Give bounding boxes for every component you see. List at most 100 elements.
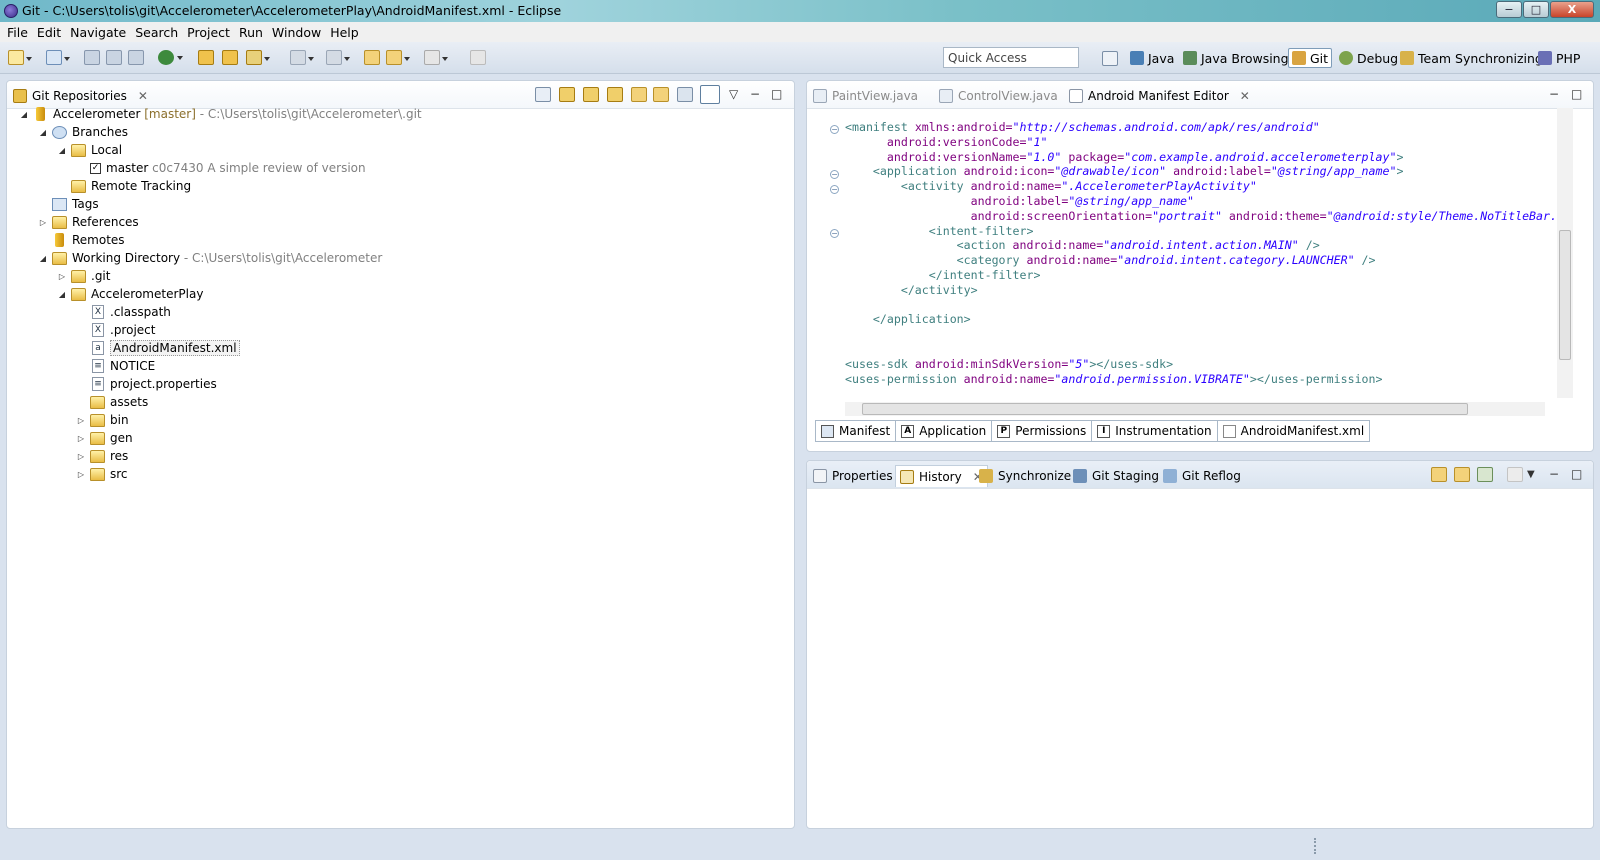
tree-item-accelerometer-repo[interactable]: ◢ Accelerometer [master] - C:\Users\toli… [19,105,422,123]
menu-edit[interactable]: Edit [33,22,66,42]
tab-properties[interactable]: Properties [813,465,893,487]
tree-item-tags[interactable]: Tags [38,195,99,213]
menu-window[interactable]: Window [268,22,326,42]
status-bar-grip[interactable] [1314,838,1317,854]
tree-item-res[interactable]: ▷ res [76,447,128,465]
page-tab-permissions[interactable]: P Permissions [992,420,1093,442]
xml-source-editor[interactable]: <manifest xmlns:android="http://schemas.… [845,120,1557,386]
maximize-editor-icon[interactable]: □ [1571,87,1582,101]
collapsed-arrow-icon[interactable]: ▷ [38,218,48,227]
open-perspective-icon[interactable] [1102,51,1118,66]
page-tab-application[interactable]: A Application [896,420,993,442]
menu-file[interactable]: File [3,22,33,42]
tree-item-working-directory[interactable]: ◢ Working Directory - C:\Users\tolis\git… [38,249,382,267]
expanded-arrow-icon[interactable]: ◢ [57,290,67,299]
perspective-git[interactable]: Git [1288,48,1333,68]
tree-item-assets[interactable]: assets [76,393,148,411]
compare-mode-icon[interactable] [1507,467,1523,482]
tree-item-accelerometerplay[interactable]: ◢ AccelerometerPlay [57,285,204,303]
link-with-editor-icon[interactable] [1454,467,1470,482]
menu-run[interactable]: Run [235,22,268,42]
pin-view-icon[interactable] [1477,467,1493,482]
tab-synchronize[interactable]: Synchronize [979,465,1071,487]
expanded-arrow-icon[interactable]: ◢ [38,128,48,137]
maximize-button[interactable]: □ [1523,1,1549,18]
fold-toggle-icon[interactable]: − [830,125,839,134]
tree-item-gen[interactable]: ▷ gen [76,429,133,447]
collapsed-arrow-icon[interactable]: ▷ [57,272,67,281]
tree-item-bin[interactable]: ▷ bin [76,411,129,429]
tree-item-references[interactable]: ▷ References [38,213,139,231]
pin-editor-icon[interactable] [470,50,486,65]
tab-android-manifest-editor[interactable]: Android Manifest Editor ✕ [1069,85,1250,107]
tree-item-notice[interactable]: ≡ NOTICE [76,357,155,375]
close-tab-icon[interactable]: ✕ [1240,89,1250,103]
close-button[interactable]: X [1550,1,1594,18]
tree-item-remotes[interactable]: Remotes [38,231,125,249]
perspective-java-browsing[interactable]: Java Browsing [1183,48,1289,68]
clone-repository-icon[interactable] [583,87,599,102]
collapsed-arrow-icon[interactable]: ▷ [76,434,86,443]
perspective-team-synchronizing[interactable]: Team Synchronizing [1400,48,1543,68]
forward-icon[interactable] [424,50,448,65]
next-annotation-icon[interactable] [290,50,314,65]
open-type-icon[interactable] [198,50,214,65]
tab-git-reflog[interactable]: Git Reflog [1163,465,1241,487]
open-resource-icon[interactable] [222,50,238,65]
page-tab-androidmanifest-xml[interactable]: AndroidManifest.xml [1217,420,1371,442]
search-icon[interactable] [246,50,270,65]
tree-item-branches[interactable]: ◢ Branches [38,123,128,141]
quick-access-input[interactable]: Quick Access [943,47,1079,68]
tree-item-project-properties[interactable]: ≡ project.properties [76,375,217,393]
minimize-view-icon[interactable]: − [750,87,760,101]
tree-item-dotgit[interactable]: ▷ .git [57,267,111,285]
maximize-view-icon[interactable]: □ [771,87,782,101]
show-toggle-icon[interactable] [700,85,720,104]
minimize-view-icon[interactable]: − [1549,467,1559,481]
tab-git-repositories[interactable]: Git Repositories ✕ [13,85,148,107]
save-icon[interactable] [84,50,100,65]
add-repository-icon[interactable] [559,87,575,102]
view-menu-icon[interactable]: ▽ [729,87,738,101]
vertical-scroll-thumb[interactable] [1559,230,1571,360]
back-icon[interactable] [386,50,410,65]
print-icon[interactable] [128,50,144,65]
menu-navigate[interactable]: Navigate [66,22,131,42]
collapsed-arrow-icon[interactable]: ▷ [76,416,86,425]
fold-toggle-icon[interactable]: − [830,229,839,238]
link-with-selection-icon[interactable] [653,87,669,102]
menu-help[interactable]: Help [326,22,364,42]
refresh-icon[interactable] [1431,467,1447,482]
tree-item-src[interactable]: ▷ src [76,465,128,483]
last-edit-icon[interactable] [364,50,380,65]
menu-search[interactable]: Search [131,22,183,42]
tab-controlview[interactable]: ControlView.java [939,85,1058,107]
tree-item-remote-tracking[interactable]: Remote Tracking [57,177,191,195]
fold-toggle-icon[interactable]: − [830,185,839,194]
view-menu-icon[interactable]: ▼ [1527,469,1535,480]
tree-item-project[interactable]: X .project [76,321,155,339]
perspective-php[interactable]: PHP [1538,48,1580,68]
page-tab-manifest[interactable]: Manifest [815,420,897,442]
perspective-debug[interactable]: Debug [1339,48,1398,68]
tree-item-local[interactable]: ◢ Local [57,141,122,159]
close-tab-icon[interactable]: ✕ [138,89,148,103]
save-all-icon[interactable] [106,50,122,65]
maximize-view-icon[interactable]: □ [1571,467,1582,481]
menu-project[interactable]: Project [183,22,235,42]
expanded-arrow-icon[interactable]: ◢ [38,254,48,263]
collapsed-arrow-icon[interactable]: ▷ [76,470,86,479]
tree-item-androidmanifest[interactable]: a AndroidManifest.xml [76,339,240,357]
create-repository-icon[interactable] [607,87,623,102]
tree-item-master[interactable]: ✓ master c0c7430 A simple review of vers… [76,159,366,177]
hierarchical-layout-icon[interactable] [677,87,693,102]
collapse-all-icon[interactable] [535,87,551,102]
horizontal-scroll-thumb[interactable] [862,403,1468,415]
page-tab-instrumentation[interactable]: I Instrumentation [1092,420,1218,442]
minimize-editor-icon[interactable]: − [1549,87,1559,101]
tree-item-classpath[interactable]: X .classpath [76,303,171,321]
fold-toggle-icon[interactable]: − [830,170,839,179]
tab-git-staging[interactable]: Git Staging [1073,465,1159,487]
collapsed-arrow-icon[interactable]: ▷ [76,452,86,461]
tab-history[interactable]: History ✕ [895,465,988,487]
